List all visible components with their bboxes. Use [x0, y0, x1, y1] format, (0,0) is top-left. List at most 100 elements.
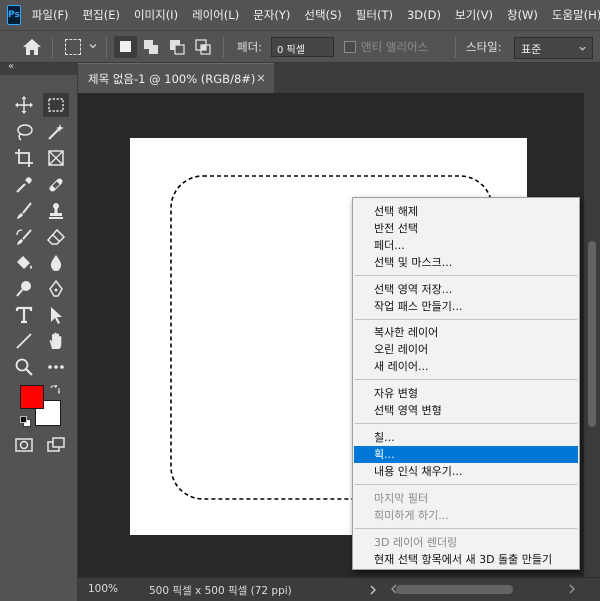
line-tool[interactable]: [11, 329, 37, 353]
feather-input[interactable]: 0 픽셀: [271, 37, 334, 57]
context-menu-item[interactable]: 복사한 레이어: [354, 324, 578, 341]
menu-type[interactable]: 문자(Y): [253, 7, 290, 23]
history-brush-tool[interactable]: [11, 225, 37, 249]
type-tool[interactable]: [11, 303, 37, 327]
context-menu-item[interactable]: 내용 인식 채우기...: [354, 463, 578, 480]
menu-filter[interactable]: 필터(T): [356, 7, 393, 23]
context-menu-item: 희미하게 하기...: [374, 509, 449, 522]
anti-alias-label: 앤티 앨리어스: [361, 40, 429, 54]
hand-tool[interactable]: [43, 329, 69, 353]
context-menu-item[interactable]: 칠...: [354, 429, 578, 446]
photoshop-logo-icon[interactable]: Ps: [7, 5, 21, 25]
collapse-panel-icon[interactable]: «: [8, 61, 14, 72]
more-tools[interactable]: [43, 355, 69, 379]
context-menu-item[interactable]: 선택 해제: [354, 203, 578, 220]
frame-tool[interactable]: [43, 146, 69, 170]
context-menu-item[interactable]: 선택 영역 저장...: [354, 281, 578, 298]
hand-icon: [49, 332, 62, 349]
screen-mode-icon: [47, 437, 65, 452]
menu-select[interactable]: 선택(S): [304, 7, 341, 23]
pen-tool[interactable]: [43, 277, 69, 301]
document-size: 500 픽셀 x 500 픽셀 (72 ppi): [149, 585, 292, 597]
vertical-scrollbar[interactable]: [584, 93, 600, 577]
menu-file[interactable]: 파일(F): [32, 7, 69, 23]
subtract-selection-icon: [170, 40, 185, 55]
context-menu-item[interactable]: 반전 선택: [354, 220, 578, 237]
swap-colors-icon[interactable]: [50, 385, 60, 395]
move-tool[interactable]: [11, 93, 37, 117]
add-to-selection-button[interactable]: [140, 36, 163, 58]
blur-tool[interactable]: [43, 251, 69, 275]
context-menu-item[interactable]: 페더...: [354, 237, 578, 254]
line-icon: [16, 333, 32, 349]
chevron-down-icon[interactable]: [88, 41, 98, 51]
menu-image[interactable]: 이미지(I): [134, 7, 178, 23]
vertical-scroll-thumb[interactable]: [588, 241, 596, 427]
style-label: 스타일:: [466, 40, 502, 54]
default-colors-icon[interactable]: [20, 416, 31, 427]
move-icon: [15, 96, 33, 114]
document-tab[interactable]: 제목 없음-1 @ 100% (RGB/8#): [78, 63, 274, 93]
ellipsis-icon: [48, 365, 64, 369]
style-select-value: 표준: [521, 43, 542, 56]
magic-wand-tool[interactable]: [43, 120, 69, 144]
path-selection-tool[interactable]: [43, 303, 69, 327]
context-menu-item[interactable]: 새 레이어...: [354, 358, 578, 375]
document-tab-bar: 제목 없음-1 @ 100% (RGB/8#): [78, 63, 600, 93]
chevron-right-icon[interactable]: [568, 584, 576, 594]
context-menu-item-stroke[interactable]: 획...: [354, 446, 578, 463]
menu-help[interactable]: 도움말(H): [552, 7, 600, 23]
close-icon[interactable]: [256, 73, 266, 83]
eraser-tool[interactable]: [43, 225, 69, 249]
menu-edit[interactable]: 편집(E): [83, 7, 120, 23]
new-selection-button[interactable]: [114, 36, 137, 58]
rectangular-marquee-tool[interactable]: [43, 93, 69, 117]
dodge-tool[interactable]: [11, 277, 37, 301]
quick-mask-tool[interactable]: [11, 433, 37, 457]
arrow-pointer-icon: [51, 307, 62, 324]
divider: [455, 37, 456, 58]
style-select[interactable]: 표준: [514, 37, 593, 59]
zoom-tool[interactable]: [11, 355, 37, 379]
paint-bucket-icon: [17, 256, 32, 269]
home-icon[interactable]: [22, 38, 42, 56]
chevron-down-icon: [579, 46, 586, 51]
horizontal-scroll-thumb[interactable]: [396, 585, 513, 594]
context-menu: 선택 해제 반전 선택 페더... 선택 및 마스크... 선택 영역 저장..…: [352, 197, 580, 570]
zoom-level[interactable]: 100%: [88, 583, 118, 595]
eyedropper-tool[interactable]: [11, 173, 37, 197]
clone-stamp-tool[interactable]: [43, 199, 69, 223]
add-selection-icon: [144, 40, 158, 54]
crop-tool[interactable]: [11, 146, 37, 170]
frame-icon: [48, 150, 64, 166]
menu-divider: [355, 423, 577, 424]
divider: [52, 37, 53, 58]
rectangular-marquee-preset-icon[interactable]: [65, 39, 81, 55]
brush-tool[interactable]: [11, 199, 37, 223]
brush-icon: [17, 202, 32, 219]
context-menu-item[interactable]: 선택 영역 변형: [354, 402, 578, 419]
menu-view[interactable]: 보기(V): [455, 7, 493, 23]
foreground-color-swatch[interactable]: [20, 385, 44, 409]
menu-layer[interactable]: 레이어(L): [192, 7, 239, 23]
spot-healing-brush-tool[interactable]: [43, 173, 69, 197]
status-bar: 100% 500 픽셀 x 500 픽셀 (72 ppi): [78, 577, 600, 601]
chevron-right-icon[interactable]: [369, 585, 377, 595]
context-menu-item[interactable]: 현재 선택 항목에서 새 3D 돌출 만들기: [354, 551, 578, 568]
context-menu-item[interactable]: 작업 패스 만들기...: [354, 298, 578, 315]
lasso-tool[interactable]: [11, 120, 37, 144]
anti-alias-checkbox[interactable]: [344, 41, 356, 53]
eyedropper-icon: [16, 177, 32, 193]
context-menu-item[interactable]: 선택 및 마스크...: [354, 254, 578, 271]
screen-mode-tool[interactable]: [43, 433, 69, 457]
paint-bucket-tool[interactable]: [11, 251, 37, 275]
subtract-from-selection-button[interactable]: [166, 36, 189, 58]
intersect-selection-button[interactable]: [192, 36, 215, 58]
pen-icon: [49, 279, 63, 297]
context-menu-item[interactable]: 오린 레이어: [354, 341, 578, 358]
menu-3d[interactable]: 3D(D): [407, 8, 441, 22]
divider: [223, 37, 224, 58]
menu-window[interactable]: 창(W): [507, 7, 538, 23]
context-menu-item[interactable]: 자유 변형: [354, 385, 578, 402]
menu-divider: [355, 484, 577, 485]
